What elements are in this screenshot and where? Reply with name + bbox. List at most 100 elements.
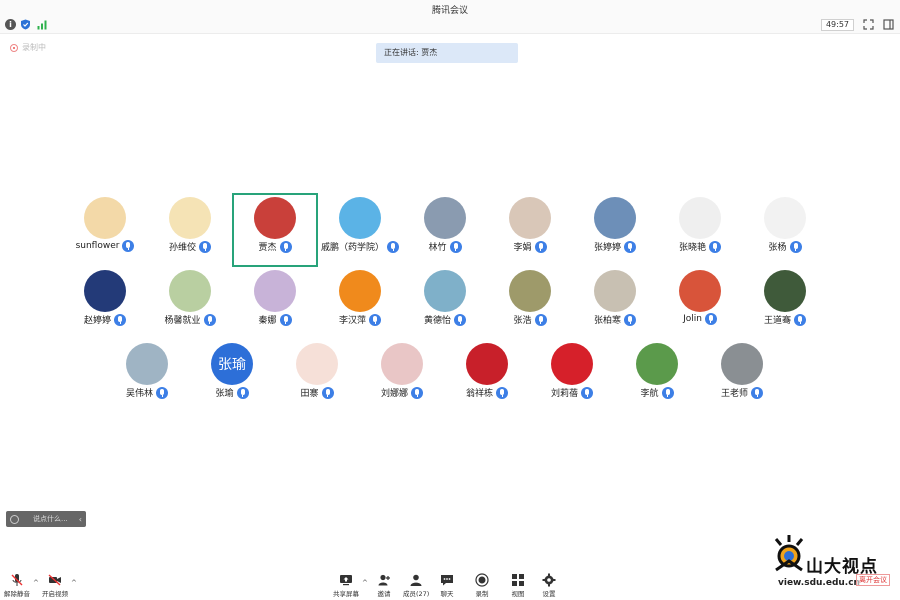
- participant-name: 刘娜娜: [380, 389, 408, 399]
- participant-name: 王道骞: [763, 316, 791, 326]
- microphone-icon: [114, 313, 126, 326]
- fullscreen-icon[interactable]: [863, 19, 874, 30]
- participant-tile[interactable]: 张晓艳: [657, 193, 743, 267]
- participant-avatar: [509, 270, 551, 312]
- unmute-button[interactable]: 解除静音: [4, 573, 30, 598]
- participant-tile[interactable]: 田寨: [274, 339, 360, 413]
- participant-tile[interactable]: 张瑜 张瑜: [189, 339, 275, 413]
- participant-name: 张瑜: [215, 389, 234, 399]
- participant-name: 杨馨就业: [164, 316, 201, 326]
- participant-tile[interactable]: 秦娜: [232, 266, 318, 340]
- participant-tile[interactable]: 翁祥栋: [444, 339, 530, 413]
- share-options-chevron-icon[interactable]: ^: [362, 579, 368, 587]
- participant-tile[interactable]: 王道骞: [742, 266, 828, 340]
- participant-name: Jolin: [683, 314, 702, 324]
- participant-tile[interactable]: 张柏寒: [572, 266, 658, 340]
- participant-avatar: [424, 197, 466, 239]
- microphone-icon: [534, 240, 547, 253]
- participant-tile[interactable]: 戚鹏（药学院）: [317, 193, 403, 267]
- signal-icon[interactable]: [37, 19, 48, 30]
- participant-tile[interactable]: 刘娜娜: [359, 339, 445, 413]
- participant-name: 张晓艳: [678, 243, 706, 253]
- participant-tile[interactable]: 李汉萍: [317, 266, 403, 340]
- microphone-icon: [709, 240, 721, 253]
- microphone-icon: [454, 313, 466, 326]
- microphone-icon: [789, 240, 802, 253]
- participant-avatar: [636, 343, 678, 385]
- participant-name-row: 王老师: [689, 386, 795, 399]
- participant-name: 刘莉蓓: [550, 389, 578, 399]
- speaking-banner: 正在讲话: 贾杰: [376, 43, 518, 63]
- participant-avatar: [679, 197, 721, 239]
- participant-tile[interactable]: 张杨: [742, 193, 828, 267]
- settings-button[interactable]: 设置: [542, 573, 556, 598]
- participant-name: 吴伟林: [125, 389, 153, 399]
- participant-avatar: [594, 197, 636, 239]
- participant-name: 戚鹏（药学院）: [320, 243, 384, 253]
- start-video-button[interactable]: 开启视频: [42, 573, 68, 598]
- participant-avatar: [679, 270, 721, 312]
- participant-name: 李娟: [513, 243, 532, 253]
- participant-tile[interactable]: 李娟: [487, 193, 573, 267]
- info-icon[interactable]: i: [5, 19, 16, 30]
- shield-icon[interactable]: [20, 19, 31, 30]
- audio-options-chevron-icon[interactable]: ^: [33, 579, 39, 587]
- video-options-chevron-icon[interactable]: ^: [71, 579, 77, 587]
- microphone-icon: [279, 313, 292, 326]
- emoji-icon[interactable]: [10, 514, 19, 524]
- participant-name: 赵婷婷: [83, 316, 111, 326]
- participant-avatar: [594, 270, 636, 312]
- collapse-chat-icon[interactable]: ‹: [79, 515, 82, 524]
- microphone-icon: [624, 313, 636, 326]
- leave-meeting-button[interactable]: 离开会议: [856, 574, 890, 586]
- participant-avatar: [764, 270, 806, 312]
- microphone-icon: [236, 386, 249, 399]
- participant-tile[interactable]: 张浩: [487, 266, 573, 340]
- camera-off-icon: [48, 574, 61, 586]
- participant-tile[interactable]: 黄德怡: [402, 266, 488, 340]
- participant-tile[interactable]: 杨馨就业: [147, 266, 233, 340]
- microphone-icon: [449, 240, 462, 253]
- recording-indicator[interactable]: 录制中: [10, 42, 46, 53]
- participant-name: 秦娜: [258, 316, 277, 326]
- share-screen-icon: [340, 575, 352, 586]
- participant-tile[interactable]: 孙维佼: [147, 193, 233, 267]
- layout-toggle-icon[interactable]: [883, 19, 894, 30]
- participant-tile[interactable]: 吴伟林: [104, 339, 190, 413]
- members-label: 成员(27): [403, 590, 430, 598]
- microphone-icon: [369, 313, 381, 326]
- invite-button[interactable]: 邀请: [377, 573, 391, 598]
- participant-tile[interactable]: 贾杰: [232, 193, 318, 267]
- participant-tile[interactable]: 张婷婷: [572, 193, 658, 267]
- share-screen-button[interactable]: 共享屏幕: [333, 573, 359, 598]
- view-grid-icon: [512, 574, 524, 586]
- participant-name: 李汉萍: [338, 316, 366, 326]
- record-button[interactable]: 录制: [475, 573, 489, 598]
- participant-avatar: [764, 197, 806, 239]
- bottom-toolbar: 解除静音 ^ 开启视频 ^ 共享屏幕 ^ 邀请 成员(27) 聊天 录制 视图 …: [0, 570, 900, 600]
- chat-input-box[interactable]: 说点什么... ‹: [6, 511, 86, 527]
- chat-button[interactable]: 聊天: [440, 573, 454, 598]
- title-bar: 腾讯会议 i 49:57: [0, 0, 900, 34]
- participant-tile[interactable]: Jolin: [657, 266, 743, 340]
- view-button[interactable]: 视图: [511, 573, 525, 598]
- participant-name: 林竹: [428, 243, 447, 253]
- participant-name: 张浩: [513, 316, 532, 326]
- participant-tile[interactable]: sunflower: [62, 193, 148, 267]
- participant-tile[interactable]: 刘莉蓓: [529, 339, 615, 413]
- participant-name: sunflower: [75, 241, 120, 251]
- participant-avatar: [381, 343, 423, 385]
- participant-tile[interactable]: 李航: [614, 339, 700, 413]
- participant-avatar: [339, 270, 381, 312]
- participant-avatar: [721, 343, 763, 385]
- members-button[interactable]: 成员(27): [403, 573, 429, 598]
- participant-tile[interactable]: 王老师: [699, 339, 785, 413]
- recording-label: 录制中: [22, 43, 46, 52]
- participant-name-row: 王道骞: [732, 313, 838, 326]
- microphone-icon: [122, 240, 135, 252]
- participant-avatar: [169, 197, 211, 239]
- participant-name: 张柏寒: [593, 316, 621, 326]
- participant-tile[interactable]: 赵婷婷: [62, 266, 148, 340]
- participant-avatar: [126, 343, 168, 385]
- participant-tile[interactable]: 林竹: [402, 193, 488, 267]
